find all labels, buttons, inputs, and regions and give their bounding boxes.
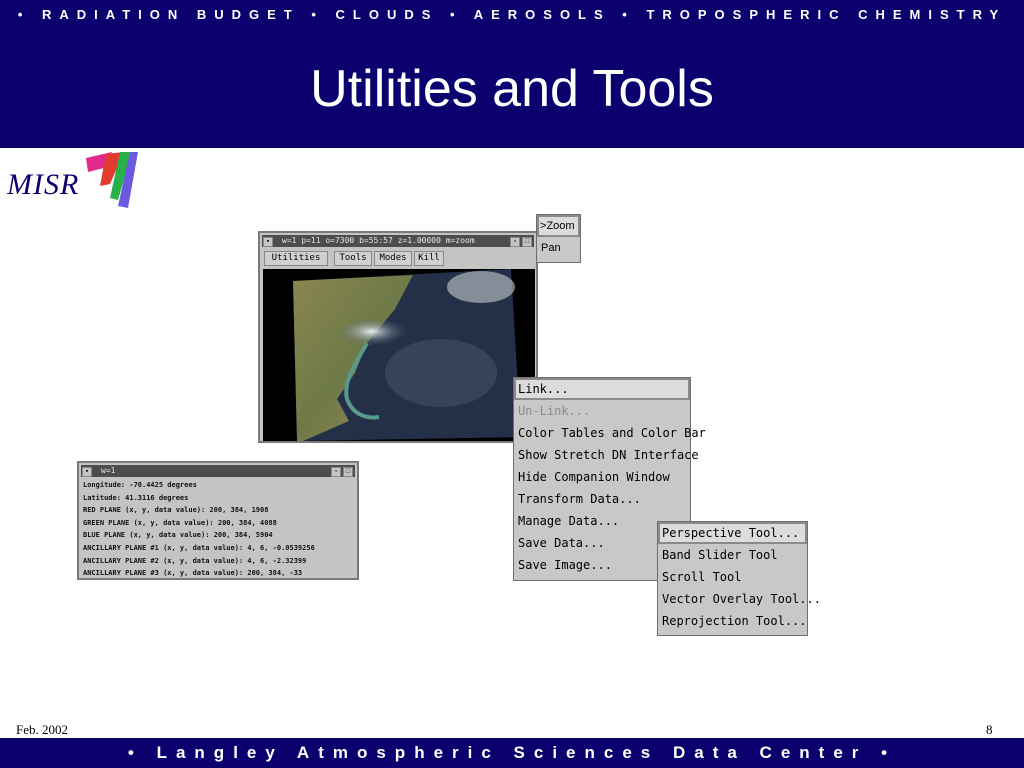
info-latitude: Latitude: 41.3116 degrees [83,493,189,502]
minimize-icon[interactable]: ▫ [510,237,520,247]
satellite-image-swath [293,269,521,441]
logo-stripes-icon [86,152,138,208]
minimize-icon[interactable]: ▫ [331,467,341,477]
info-ancillary-1: ANCILLARY PLANE #1 (x, y, data value): 4… [83,543,315,552]
menu-item-hide-companion[interactable]: Hide Companion Window [514,466,690,488]
pixel-info-window[interactable]: w=1 ▪ ▫ □ Longitude: -70.4425 degrees La… [77,461,359,580]
viewer-titlebar[interactable]: w=1 p=11 o=7300 b=55:57 z=1.00000 m=zoom [262,235,534,247]
misr-logo-text: MISR [7,168,80,201]
menu-item-show-stretch[interactable]: Show Stretch DN Interface [514,444,699,466]
modes-menu: >Zoom Pan [536,214,581,263]
info-red-plane: RED PLANE (x, y, data value): 200, 384, … [83,506,269,515]
info-green-plane: GREEN PLANE (x, y, data value): 200, 384… [83,518,277,527]
info-blue-plane: BLUE PLANE (x, y, data value): 200, 384,… [83,531,273,540]
info-longitude: Longitude: -70.4425 degrees [83,481,197,489]
menu-item-reprojection-tool[interactable]: Reprojection Tool... [658,610,807,632]
mode-zoom[interactable]: >Zoom [537,215,580,237]
menu-item-band-slider-tool[interactable]: Band Slider Tool [658,544,807,566]
info-ancillary-3: ANCILLARY PLANE #3 (x, y, data value): 2… [83,569,303,578]
window-menu-icon[interactable]: ▪ [263,237,273,247]
page-number: 8 [986,722,993,737]
menu-item-scroll-tool[interactable]: Scroll Tool [658,566,807,588]
window-menu-icon[interactable]: ▪ [82,467,92,477]
footer-date: Feb. 2002 [16,722,68,737]
menu-item-vector-overlay-tool[interactable]: Vector Overlay Tool... [658,588,821,610]
menu-modes[interactable]: Modes [374,251,412,266]
menu-item-perspective-tool[interactable]: Perspective Tool... [658,522,807,544]
maximize-icon[interactable]: □ [343,467,353,477]
slide-title: Utilities and Tools [310,60,714,118]
misr-logo: MISR [4,150,138,214]
mode-pan[interactable]: Pan [537,237,580,259]
info-ancillary-2: ANCILLARY PLANE #2 (x, y, data value): 4… [83,556,307,565]
maximize-icon[interactable]: □ [522,237,532,247]
tools-menu: Perspective Tool... Band Slider Tool Scr… [657,521,821,636]
image-viewer-window[interactable]: w=1 p=11 o=7300 b=55:57 z=1.00000 m=zoom… [258,231,538,443]
info-text-area: Longitude: -70.4425 degrees Latitude: 41… [83,479,353,580]
menu-utilities[interactable]: Utilities [264,251,328,266]
menu-item-link[interactable]: Link... [514,378,690,400]
footer-banner: • Langley Atmospheric Sciences Data Cent… [0,738,1024,768]
topic-tagline: • RADIATION BUDGET • CLOUDS • AEROSOLS •… [17,7,1007,22]
info-titlebar[interactable]: w=1 [81,465,355,477]
menu-kill[interactable]: Kill [414,251,444,266]
mode-zoom-label: Zoom [546,220,575,232]
menu-tools[interactable]: Tools [334,251,372,266]
satellite-image[interactable] [263,269,535,441]
header-banner: • RADIATION BUDGET • CLOUDS • AEROSOLS •… [0,0,1024,148]
menu-item-unlink: Un-Link... [518,404,591,418]
menu-item-transform-data[interactable]: Transform Data... [514,488,690,510]
menu-item-color-tables[interactable]: Color Tables and Color Bar [514,422,706,444]
